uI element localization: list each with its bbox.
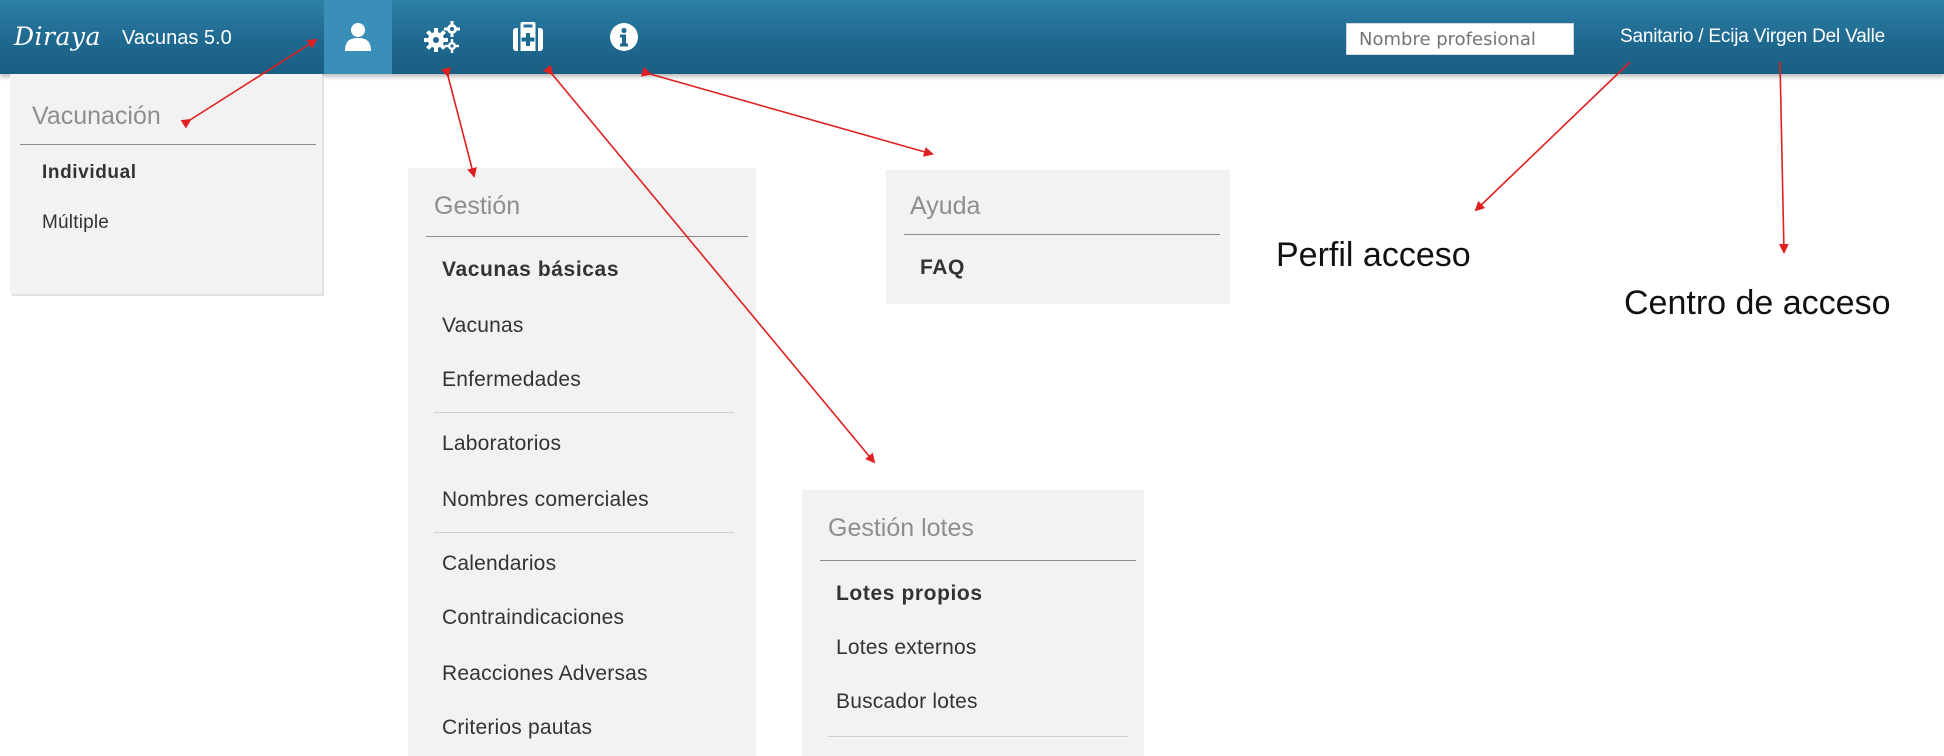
menu-item-reacciones-adversas[interactable]: Reacciones Adversas xyxy=(442,662,648,686)
menu-divider xyxy=(904,234,1220,235)
vacunacion-menu: Vacunación Individual Múltiple xyxy=(10,74,322,294)
menu-item-individual[interactable]: Individual xyxy=(42,162,137,184)
menu-item-calendarios[interactable]: Calendarios xyxy=(442,552,556,576)
nav-vacunacion-button[interactable] xyxy=(324,0,392,74)
menu-item-buscador-lotes[interactable]: Buscador lotes xyxy=(836,690,978,714)
app-version: Vacunas 5.0 xyxy=(122,27,232,49)
arrow-ayuda xyxy=(640,67,934,157)
gestion-lotes-menu: Gestión lotes Lotes propios Lotes extern… xyxy=(802,490,1144,756)
menu-item-contraindicaciones[interactable]: Contraindicaciones xyxy=(442,606,624,630)
menu-divider xyxy=(434,412,734,413)
menu-item-lotes-propios[interactable]: Lotes propios xyxy=(836,582,983,606)
nav-gestion-button[interactable] xyxy=(408,0,476,74)
menu-item-faq[interactable]: FAQ xyxy=(920,256,965,280)
menu-item-multiple[interactable]: Múltiple xyxy=(42,212,109,234)
menu-item-laboratorios[interactable]: Laboratorios xyxy=(442,432,561,456)
menu-item-enfermedades[interactable]: Enfermedades xyxy=(442,368,581,392)
menu-divider xyxy=(20,144,316,145)
menu-divider xyxy=(820,560,1136,561)
gears-icon xyxy=(424,21,460,53)
menu-item-lotes-externos[interactable]: Lotes externos xyxy=(836,636,977,660)
menu-item-vacunas[interactable]: Vacunas xyxy=(442,314,524,338)
arrow-gestion xyxy=(441,66,477,178)
annotation-perfil-acceso: Perfil acceso xyxy=(1276,236,1471,274)
gestion-lotes-menu-title: Gestión lotes xyxy=(828,514,974,542)
info-icon xyxy=(610,23,638,51)
ayuda-menu: Ayuda FAQ xyxy=(886,170,1230,304)
menu-divider xyxy=(828,736,1128,737)
user-icon xyxy=(345,23,371,51)
menu-item-nombres-comerciales[interactable]: Nombres comerciales xyxy=(442,488,649,512)
menu-divider xyxy=(434,532,734,533)
professional-name-search-input[interactable] xyxy=(1346,23,1574,55)
brand-logo: Diraya xyxy=(14,22,101,51)
gestion-menu: Gestión Vacunas básicas Vacunas Enfermed… xyxy=(408,168,756,756)
ayuda-menu-title: Ayuda xyxy=(910,192,981,220)
vacunacion-menu-title: Vacunación xyxy=(32,102,161,130)
medical-kit-icon xyxy=(513,22,543,51)
annotation-centro-acceso: Centro de acceso xyxy=(1624,284,1891,322)
arrow-centro xyxy=(1778,61,1789,254)
arrow-perfil xyxy=(1474,61,1631,212)
gestion-menu-title: Gestión xyxy=(434,192,521,220)
menu-item-vacunas-basicas[interactable]: Vacunas básicas xyxy=(442,258,619,282)
menu-item-criterios-pautas[interactable]: Criterios pautas xyxy=(442,716,592,740)
nav-ayuda-button[interactable] xyxy=(590,0,658,74)
top-navigation-bar: Diraya Vacunas 5.0 Nombre profesional Sa… xyxy=(0,0,1944,74)
menu-divider xyxy=(426,236,748,237)
nav-lotes-button[interactable] xyxy=(494,0,562,74)
user-profile-center[interactable]: Sanitario / Ecija Virgen Del Valle xyxy=(1620,26,1885,48)
